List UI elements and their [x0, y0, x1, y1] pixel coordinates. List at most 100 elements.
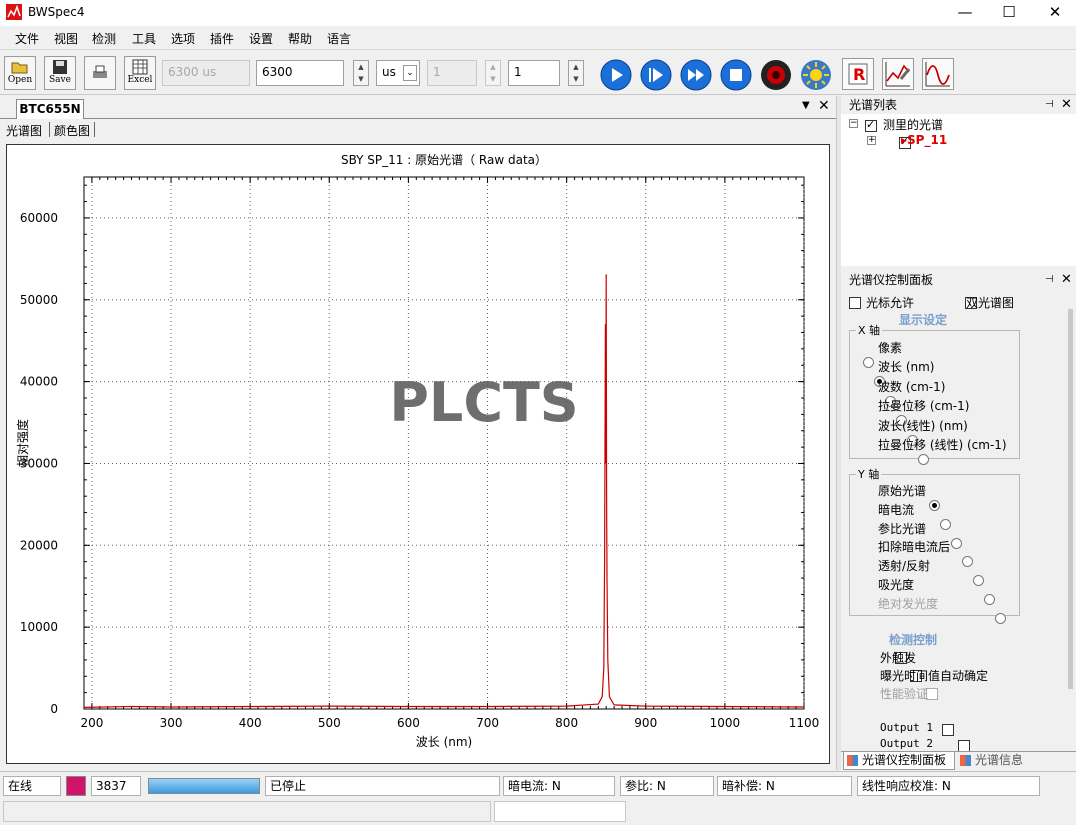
y-axis-radio-0[interactable]: [929, 500, 940, 511]
peak-point: [605, 274, 607, 277]
sun-reference-icon[interactable]: [800, 59, 832, 91]
x-tick-label: 800: [555, 716, 578, 730]
average-display: 1: [427, 60, 477, 86]
tree-item-sp11[interactable]: ▸SP_11: [901, 133, 947, 147]
menu-detect[interactable]: 检测: [92, 30, 116, 47]
y-axis-radio-1[interactable]: [940, 518, 951, 530]
menu-view[interactable]: 视图: [54, 30, 78, 47]
chevron-down-icon[interactable]: ⌄: [403, 65, 417, 81]
unit-select[interactable]: us ⌄: [376, 60, 420, 86]
excel-label: Excel: [127, 75, 153, 85]
collapse-icon[interactable]: −: [849, 119, 858, 128]
dark-record-icon[interactable]: [760, 59, 792, 91]
x-axis-radio-0[interactable]: [863, 357, 874, 368]
x-axis-option-label: 波数 (cm-1): [878, 379, 946, 394]
tab-control-panel-label: 光谱仪控制面板: [862, 753, 947, 767]
y-axis-title: Y 轴: [856, 466, 882, 482]
y-axis-label: 相对强度: [15, 419, 30, 467]
subtab-divider: [94, 122, 95, 137]
document-panel: BTC655N ▼ ✕ 光谱图 颜色图 200 300 400 500 600 700 80…: [0, 96, 836, 770]
average-disabled-spinner: ▲ ▼: [485, 60, 501, 86]
play-once-icon[interactable]: [640, 59, 672, 91]
pin-icon[interactable]: ⊣: [1045, 96, 1054, 114]
waveform-button[interactable]: [922, 58, 954, 90]
spin-up-icon: ▲: [490, 63, 496, 71]
output2-checkbox[interactable]: [957, 739, 970, 752]
minimize-button[interactable]: —: [942, 0, 988, 26]
output1-checkbox[interactable]: [942, 723, 955, 736]
progress-fill: [149, 779, 259, 793]
save-button[interactable]: Save: [44, 56, 76, 90]
spectrum-edit-button[interactable]: [882, 58, 914, 90]
menu-plugins[interactable]: 插件: [210, 30, 234, 47]
spin-up-icon[interactable]: ▲: [569, 61, 583, 73]
unit-value: us: [382, 65, 396, 79]
tab-spectrum-info[interactable]: 光谱信息: [957, 752, 1033, 770]
spectrum-chart[interactable]: 200 300 400 500 600 700 800 900 1000 1100 0 10000 20…: [7, 145, 829, 763]
reference-button[interactable]: R: [842, 58, 874, 90]
chart-frame: 200 300 400 500 600 700 800 900 1000 1100 0 10000 20…: [6, 144, 830, 764]
y-axis-radio-6: [995, 612, 1006, 624]
y-tick-label: 0: [50, 702, 58, 716]
stop-icon[interactable]: [720, 59, 752, 91]
detect-control-heading: 检测控制: [889, 633, 938, 647]
average-input[interactable]: 1: [508, 60, 560, 86]
spin-down-icon[interactable]: ▼: [354, 73, 368, 85]
y-axis-option-label: 绝对发光度: [878, 596, 939, 611]
watermark: PLCTS: [389, 371, 578, 434]
expand-icon[interactable]: +: [867, 136, 876, 145]
control-panel-scrollbar[interactable]: [1068, 309, 1073, 689]
y-axis-option-label: 吸光度: [878, 578, 915, 592]
tab-close-icon[interactable]: ✕: [818, 98, 830, 114]
y-tick-label: 10000: [20, 620, 58, 634]
tab-btc655n[interactable]: BTC655N: [16, 99, 84, 119]
open-label: Open: [7, 75, 33, 85]
plot-area: [83, 176, 805, 710]
x-axis-option-label: 波长 (nm): [878, 360, 935, 375]
cursor-checkbox[interactable]: [849, 296, 861, 309]
spin-down-icon: ▼: [490, 75, 496, 83]
status-dark-compensation: 暗补偿: N: [717, 776, 852, 796]
close-icon[interactable]: ✕: [1061, 271, 1072, 289]
floppy-icon: [53, 60, 67, 74]
panel-tab-icon: [847, 755, 858, 766]
menu-options[interactable]: 选项: [171, 30, 195, 47]
tab-dropdown-icon[interactable]: ▼: [802, 100, 810, 111]
menu-help[interactable]: 帮助: [288, 30, 312, 47]
excel-button[interactable]: Excel: [124, 56, 156, 90]
tree-root-label[interactable]: 测里的光谱: [883, 116, 943, 133]
r-letter-icon: R: [848, 63, 868, 85]
auto-exposure-label: 曝光时间值自动确定: [880, 669, 989, 683]
performance-check-label: 性能验证: [880, 687, 929, 701]
integration-spinner[interactable]: ▲ ▼: [353, 60, 369, 86]
panel-tabs: 光谱仪控制面板 光谱信息: [841, 751, 1076, 770]
menu-language[interactable]: 语言: [327, 30, 351, 47]
open-button[interactable]: Open: [4, 56, 36, 90]
folder-open-icon: [11, 62, 28, 74]
control-panel-title: 光谱仪控制面板 ⊣ ✕: [841, 271, 1076, 289]
close-icon[interactable]: ✕: [1061, 96, 1072, 114]
tab-control-panel[interactable]: 光谱仪控制面板: [843, 752, 955, 770]
maximize-button[interactable]: ☐: [986, 0, 1032, 26]
print-button[interactable]: [84, 56, 116, 90]
x-axis-option-label: 拉曼位移 (线性) (cm-1): [878, 438, 1007, 452]
tab-spectrum-chart[interactable]: 光谱图: [6, 122, 42, 139]
tree-root-checkbox[interactable]: [865, 118, 877, 132]
spin-down-icon[interactable]: ▼: [569, 73, 583, 85]
close-button[interactable]: ✕: [1032, 0, 1076, 26]
tab-color-chart[interactable]: 颜色图: [54, 122, 90, 139]
chart-pencil-icon: [885, 62, 911, 87]
tab-strip-line: [0, 118, 836, 119]
menu-tools[interactable]: 工具: [132, 30, 156, 47]
y-axis-radio-5[interactable]: [984, 594, 995, 605]
spin-up-icon[interactable]: ▲: [354, 61, 368, 73]
y-axis-radio-2[interactable]: [951, 537, 962, 549]
pin-icon[interactable]: ⊣: [1045, 271, 1054, 289]
fast-forward-icon[interactable]: [680, 59, 712, 91]
play-icon[interactable]: [600, 59, 632, 91]
integration-time-input[interactable]: 6300: [256, 60, 344, 86]
x-axis-radio-5[interactable]: [918, 454, 929, 465]
menu-settings[interactable]: 设置: [249, 30, 273, 47]
average-spinner[interactable]: ▲ ▼: [568, 60, 584, 86]
menu-file[interactable]: 文件: [15, 30, 39, 47]
